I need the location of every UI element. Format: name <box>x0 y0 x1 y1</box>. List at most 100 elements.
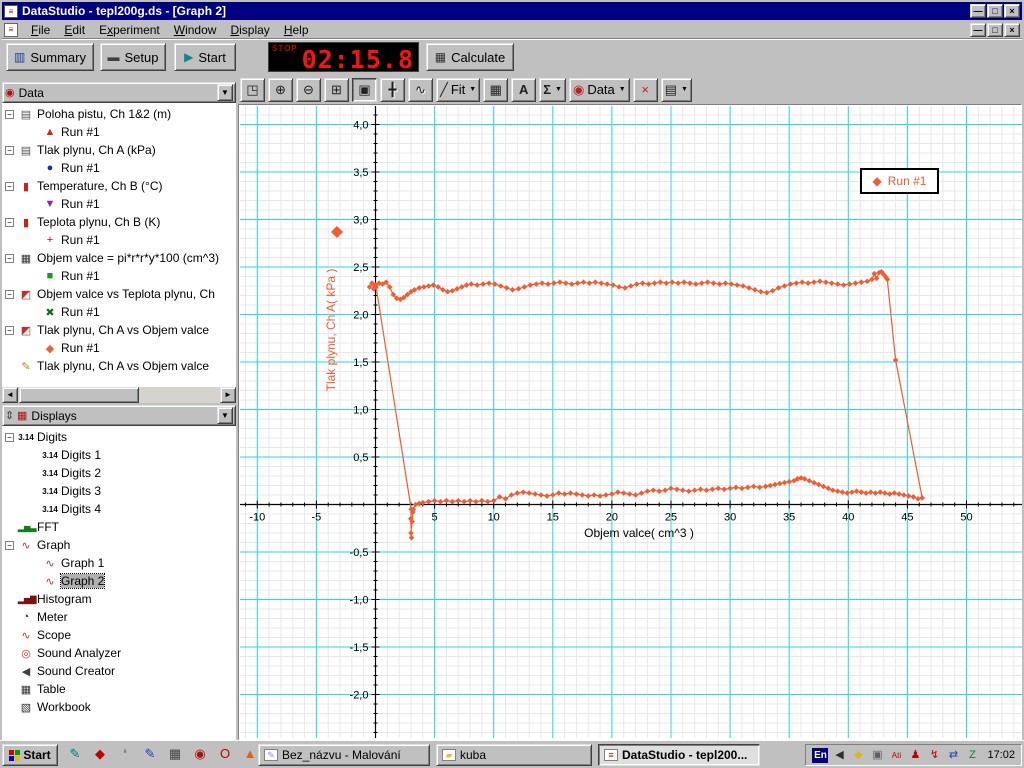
ati-icon[interactable]: Ati <box>888 748 904 763</box>
dropdown-arrow-icon[interactable]: ▼ <box>680 86 688 93</box>
collapse-icon[interactable]: − <box>5 217 14 227</box>
collapse-icon[interactable]: − <box>5 325 14 335</box>
statistics-button[interactable]: Σ ▼ <box>539 77 566 102</box>
pen-icon[interactable]: ✎ <box>141 745 159 763</box>
restore-button[interactable]: □ <box>987 4 1003 18</box>
display-item-digits-2[interactable]: 3.14 Digits 2 <box>5 464 236 482</box>
run-item[interactable]: ● Run #1 <box>5 159 236 177</box>
data-panel-header[interactable]: ◉ Data ▼ <box>2 82 236 103</box>
menu-edit[interactable]: Edit <box>57 21 92 39</box>
child-window-icon[interactable]: ≡ <box>4 22 18 37</box>
dragon-icon[interactable]: ◉ <box>191 745 209 763</box>
display-item-sound-creator[interactable]: ◀ Sound Creator <box>5 662 236 680</box>
title-bar[interactable]: ≡ DataStudio - tepl200g.ds - [Graph 2] —… <box>2 2 1022 20</box>
axis-lock-button[interactable]: ▣ <box>352 77 377 102</box>
display-item-digits[interactable]: −3.14 Digits <box>5 428 236 446</box>
collapse-icon[interactable]: − <box>5 540 14 550</box>
data-dropdown-icon[interactable]: ▼ <box>217 84 233 101</box>
task-button-datastudio[interactable]: ≡ DataStudio - tepl200... <box>598 744 760 766</box>
data-item[interactable]: − ◩ Objem valce vs Teplota plynu, Ch <box>5 285 236 303</box>
display-item-graph-1[interactable]: ∿ Graph 1 <box>5 554 236 572</box>
graph-settings-button[interactable]: ▤ ▼ <box>660 77 692 102</box>
collapse-icon[interactable]: − <box>5 432 14 442</box>
display-item-table[interactable]: ▦ Table <box>5 680 236 698</box>
plot-area[interactable]: -10 -5 5 10 15 20 25 30 35 40 45 50 -2,0 -1,5 -1,0 -0,5… <box>238 104 1022 740</box>
pen-tray-icon[interactable]: ◆ <box>850 748 866 763</box>
scrollbar-thumb[interactable] <box>19 387 139 403</box>
dove-icon[interactable]: ❛ <box>116 745 134 763</box>
data-item[interactable]: − ▤ Tlak plynu, Ch A (kPa) <box>5 141 236 159</box>
displays-dropdown-icon[interactable]: ▼ <box>217 407 233 424</box>
delete-button[interactable]: × <box>632 77 658 102</box>
menu-file[interactable]: File <box>24 21 57 39</box>
run-item[interactable]: ■ Run #1 <box>5 267 236 285</box>
display-item-graph[interactable]: − ∿ Graph <box>5 536 236 554</box>
display-item-histogram[interactable]: ▂▅▇ Histogram <box>5 590 236 608</box>
legend-box[interactable]: ◆ Run #1 <box>860 168 939 194</box>
run-item[interactable]: + Run #1 <box>5 231 236 249</box>
datastudio-app-icon[interactable]: ≡ <box>4 4 18 18</box>
setup-button[interactable]: ▬ Setup <box>100 43 166 71</box>
display-item-scope[interactable]: ∿ Scope <box>5 626 236 644</box>
calculator-icon[interactable]: ▦ <box>166 745 184 763</box>
opera-icon[interactable]: O <box>216 745 234 763</box>
chart-canvas[interactable]: -10 -5 5 10 15 20 25 30 35 40 45 50 -2,0 -1,5 -1,0 -0,5… <box>240 106 1022 738</box>
collapse-icon[interactable]: − <box>5 181 14 191</box>
acrobat-icon[interactable]: ◆ <box>91 745 109 763</box>
collapse-icon[interactable]: − <box>5 253 14 263</box>
dropdown-arrow-icon[interactable]: ▼ <box>618 86 626 93</box>
data-item[interactable]: − ▦ Objem valce = pi*r*r*y*100 (cm^3) <box>5 249 236 267</box>
close-button[interactable]: × <box>1004 4 1020 18</box>
display-item-meter[interactable]: ◔ Meter <box>5 608 236 626</box>
data-item[interactable]: ✎ Tlak plynu, Ch A vs Objem valce <box>5 357 236 375</box>
collapse-icon[interactable]: − <box>5 289 14 299</box>
zoom-out-button[interactable]: ⊖ <box>296 77 321 102</box>
dropdown-arrow-icon[interactable]: ▼ <box>554 86 562 93</box>
scale-to-fit-button[interactable]: ◳ <box>240 77 265 102</box>
show-desktop-icon[interactable]: ✎ <box>66 745 84 763</box>
flame-icon[interactable]: ▲ <box>241 745 259 763</box>
calculate-button[interactable]: ▦ Calculate <box>426 43 514 71</box>
sync-icon[interactable]: ⇄ <box>945 748 961 763</box>
start-button[interactable]: ▶ Start <box>174 43 236 71</box>
run-item[interactable]: ✖ Run #1 <box>5 303 236 321</box>
run-item[interactable]: ▼ Run #1 <box>5 195 236 213</box>
scheduler-icon[interactable]: ▣ <box>869 748 885 763</box>
child-close-button[interactable]: × <box>1004 22 1020 37</box>
data-item[interactable]: − ◩ Tlak plynu, Ch A vs Objem valce <box>5 321 236 339</box>
scroll-left-icon[interactable]: ◄ <box>2 387 18 403</box>
display-item-digits-3[interactable]: 3.14 Digits 3 <box>5 482 236 500</box>
display-item-sound-analyzer[interactable]: ◎ Sound Analyzer <box>5 644 236 662</box>
menu-help[interactable]: Help <box>277 21 316 39</box>
child-minimize-button[interactable]: — <box>970 22 986 37</box>
summary-button[interactable]: ▥ Summary <box>6 43 94 71</box>
dropdown-arrow-icon[interactable]: ▼ <box>468 86 476 93</box>
display-item-fft[interactable]: ▂▅▃ FFT <box>5 518 236 536</box>
text-tool-button[interactable]: A <box>511 77 537 102</box>
run-item[interactable]: ◆ Run #1 <box>5 339 236 357</box>
data-menu-button[interactable]: ◉ Data ▼ <box>568 77 630 102</box>
volume-icon[interactable]: ◀ <box>831 748 847 763</box>
zpencil-icon[interactable]: Z <box>964 748 980 763</box>
menu-display[interactable]: Display <box>223 21 276 39</box>
scroll-right-icon[interactable]: ► <box>220 387 236 403</box>
menu-experiment[interactable]: Experiment <box>92 21 167 39</box>
display-item-digits-1[interactable]: 3.14 Digits 1 <box>5 446 236 464</box>
agent-icon[interactable]: ♟ <box>907 748 923 763</box>
power-icon[interactable]: ↯ <box>926 748 942 763</box>
fit-menu-button[interactable]: ╱ Fit ▼ <box>436 77 481 102</box>
display-item-digits-4[interactable]: 3.14 Digits 4 <box>5 500 236 518</box>
menu-window[interactable]: Window <box>167 21 224 39</box>
zoom-in-button[interactable]: ⊕ <box>268 77 293 102</box>
zoom-select-button[interactable]: ⊞ <box>324 77 349 102</box>
task-button-folder[interactable]: ▰ kuba <box>436 744 592 766</box>
display-item-workbook[interactable]: ▧ Workbook <box>5 698 236 716</box>
display-item-graph-2[interactable]: ∿ Graph 2 <box>5 572 236 590</box>
collapse-icon[interactable]: − <box>5 109 14 119</box>
calculate-tool-button[interactable]: ▦ <box>483 77 509 102</box>
minimize-button[interactable]: — <box>970 4 986 18</box>
start-menu-button[interactable]: Start <box>2 744 58 766</box>
displays-panel-header[interactable]: ⇕ ▦ Displays ▼ <box>2 405 236 426</box>
language-indicator[interactable]: En <box>812 747 829 763</box>
splitter-grip-icon[interactable]: ⇕ <box>5 409 17 422</box>
